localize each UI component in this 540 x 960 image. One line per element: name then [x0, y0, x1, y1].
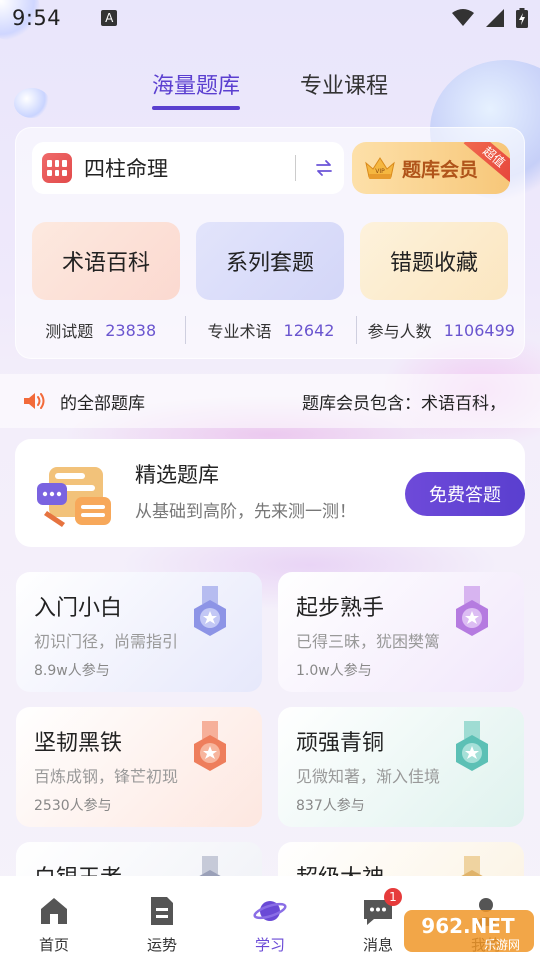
tab-courses[interactable]: 专业课程 [300, 68, 388, 108]
stat-questions: 测试题 23838 [16, 318, 185, 342]
nav-label: 学习 [254, 936, 285, 954]
top-tabs: 海量题库 专业课程 [0, 68, 540, 110]
level-title: 顽强青铜 [296, 731, 385, 756]
level-count: 1.0w人参与 [296, 663, 372, 679]
status-time: 9:54 [12, 6, 62, 30]
planet-icon [253, 901, 287, 921]
document-icon [151, 897, 173, 925]
vip-button[interactable]: VIP 题库会员 超值 [352, 142, 510, 194]
medal-icon [456, 586, 488, 636]
stat-value: 12642 [283, 320, 335, 340]
level-title: 起步熟手 [296, 596, 385, 621]
subject-selector[interactable]: 四柱命理 [32, 142, 344, 194]
level-card-bronze[interactable]: 顽强青铜 见微知著，渐入佳境 837人参与 [278, 707, 524, 827]
question-series-button[interactable]: 系列套题 [196, 222, 344, 300]
stats-row: 测试题 23838 专业术语 12642 参与人数 1106499 [16, 314, 526, 346]
level-card-iron[interactable]: 坚韧黑铁 百炼成钢，锋芒初现 2530人参与 [16, 707, 262, 827]
divider [295, 155, 296, 181]
notice-text-scrolling: 题库会员包含：术语百科， [302, 393, 506, 414]
status-bar: 9:54 A [0, 0, 540, 36]
notice-text: 的全部题库 [60, 393, 145, 414]
level-desc: 初识门径，尚需指引 [34, 632, 179, 651]
glossary-button[interactable]: 术语百科 [32, 222, 180, 300]
home-icon [41, 898, 67, 924]
free-answer-button[interactable]: 免费答题 [405, 472, 525, 516]
level-title: 入门小白 [34, 596, 123, 621]
quiz-illustration-icon [37, 467, 111, 527]
battery-icon [516, 8, 528, 28]
nav-fortune[interactable]: 运势 [108, 876, 216, 960]
level-title: 坚韧黑铁 [34, 731, 123, 756]
notice-bar[interactable]: 的全部题库 题库会员包含：术语百科， [0, 374, 540, 428]
watermark-text: 962.NET [421, 914, 515, 938]
notification-icon: A [101, 10, 118, 26]
level-desc: 见微知著，渐入佳境 [296, 767, 441, 786]
subject-name: 四柱命理 [84, 157, 168, 181]
level-desc: 已得三昧，犹困樊篱 [296, 632, 441, 651]
tab-question-bank[interactable]: 海量题库 [151, 68, 241, 110]
medal-icon [456, 721, 488, 771]
wrong-questions-button[interactable]: 错题收藏 [360, 222, 508, 300]
swap-arrows-icon[interactable] [314, 158, 334, 178]
wifi-icon [452, 9, 474, 26]
calendar-grid-icon [42, 153, 72, 183]
svg-text:VIP: VIP [375, 168, 385, 175]
nav-label: 运势 [146, 936, 177, 954]
stat-label: 专业术语 [207, 322, 272, 341]
stat-participants: 参与人数 1106499 [357, 318, 526, 342]
level-count: 2530人参与 [34, 798, 112, 814]
medal-icon [194, 721, 226, 771]
level-count: 8.9w人参与 [34, 663, 110, 679]
watermark-subtext: 乐游网 [484, 938, 520, 952]
level-desc: 百炼成钢，锋芒初现 [34, 767, 179, 786]
stat-label: 参与人数 [367, 322, 432, 341]
vip-label: 题库会员 [402, 158, 479, 181]
medal-icon [194, 586, 226, 636]
signal-icon [486, 9, 504, 27]
level-card-beginner[interactable]: 入门小白 初识门径，尚需指引 8.9w人参与 [16, 572, 262, 692]
stat-value: 23838 [105, 320, 157, 340]
vip-crown-icon: VIP [365, 157, 395, 179]
watermark-logo: 962.NET 乐游网 [404, 910, 534, 952]
stat-terms: 专业术语 12642 [186, 318, 355, 342]
main-card: 四柱命理 VIP 题库会员 超值 术语百科 系列套题 错题收藏 测试题 2383… [15, 127, 525, 359]
nav-home[interactable]: 首页 [0, 876, 108, 960]
level-card-novice[interactable]: 起步熟手 已得三昧，犹困樊篱 1.0w人参与 [278, 572, 524, 692]
nav-study[interactable]: 学习 [216, 876, 324, 960]
stat-label: 测试题 [45, 322, 94, 341]
unread-badge: 1 [384, 888, 402, 906]
featured-title: 精选题库 [135, 463, 219, 487]
featured-subtitle: 从基础到高阶，先来测一测！ [135, 502, 356, 522]
level-count: 837人参与 [296, 798, 365, 814]
speaker-icon [24, 393, 45, 409]
nav-label: 消息 [362, 936, 393, 954]
stat-value: 1106499 [443, 320, 515, 340]
featured-card[interactable]: 精选题库 从基础到高阶，先来测一测！ 免费答题 [15, 439, 525, 547]
nav-label: 首页 [38, 936, 69, 954]
